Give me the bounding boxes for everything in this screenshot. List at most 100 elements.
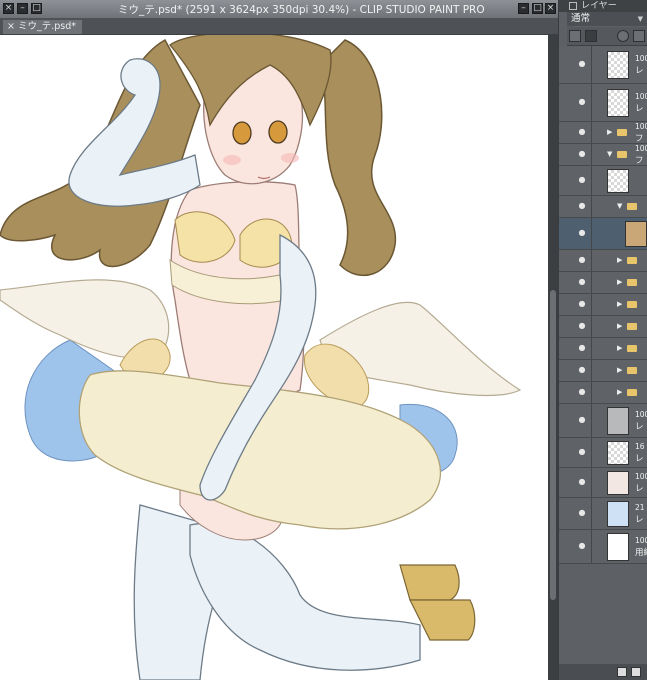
layer-divider <box>591 338 592 359</box>
eye-icon[interactable]: ● <box>577 127 587 136</box>
clip-layer-button[interactable] <box>617 30 629 42</box>
layer-divider <box>591 122 592 143</box>
layer-row[interactable]: ● ▶ <box>559 382 647 404</box>
eye-icon[interactable]: ● <box>577 228 587 237</box>
layer-panel-header[interactable]: レイヤー <box>559 0 647 12</box>
layer-row[interactable]: ● ▼ 100 フ <box>559 144 647 166</box>
chevron-right-icon[interactable]: ▶ <box>617 300 622 308</box>
minimize-window-button[interactable]: – <box>17 3 28 14</box>
eye-icon[interactable]: ● <box>577 541 587 550</box>
layer-divider <box>591 316 592 337</box>
layer-divider <box>591 360 592 381</box>
layer-row[interactable]: ● ▶ 100 フ <box>559 122 647 144</box>
chevron-right-icon[interactable]: ▶ <box>617 278 622 286</box>
chevron-right-icon[interactable]: ▶ <box>617 388 622 396</box>
opacity-stepper-button[interactable] <box>585 30 597 42</box>
eye-icon[interactable]: ● <box>577 97 587 106</box>
layer-row[interactable]: ● ▶ <box>559 360 647 382</box>
layer-row[interactable]: ● 100 レ <box>559 468 647 498</box>
layer-divider <box>591 84 592 121</box>
chevron-down-icon[interactable]: ▼ <box>617 202 622 210</box>
chevron-down-icon[interactable]: ▼ <box>607 150 612 158</box>
minimize-canvas-button[interactable]: – <box>518 3 529 14</box>
chevron-right-icon[interactable]: ▶ <box>617 256 622 264</box>
layer-thumbnail <box>625 221 647 247</box>
new-folder-button[interactable] <box>631 667 641 677</box>
layer-row[interactable]: ● ▶ <box>559 338 647 360</box>
eye-icon[interactable]: ● <box>577 299 587 308</box>
layer-row[interactable]: ● ▼ <box>559 196 647 218</box>
canvas-scroll-thumb[interactable] <box>550 290 556 600</box>
layer-row[interactable]: ● ▶ <box>559 316 647 338</box>
eye-icon[interactable]: ● <box>577 447 587 456</box>
layer-name: フ <box>635 134 644 144</box>
layer-row[interactable]: ● ▶ <box>559 294 647 316</box>
eye-icon[interactable]: ● <box>577 415 587 424</box>
layer-thumbnail <box>607 169 629 193</box>
layer-name: レ <box>635 104 644 114</box>
layer-thumbnail <box>607 407 629 435</box>
layer-row[interactable]: ● 100 レ <box>559 46 647 84</box>
layer-panel: レイヤー 通常 ▼ ● 100 レ ● 100 レ ● ▶ 100 フ ● ▼ 100 フ ● ● ▼ ● ● ▶ ● ▶… <box>558 0 647 680</box>
chevron-right-icon[interactable]: ▶ <box>617 366 622 374</box>
chevron-right-icon[interactable]: ▶ <box>617 344 622 352</box>
layer-opacity: 21 <box>635 503 645 512</box>
new-layer-button[interactable] <box>617 667 627 677</box>
layer-row[interactable]: ● 16 レ <box>559 438 647 468</box>
eye-icon[interactable]: ● <box>577 343 587 352</box>
eye-icon[interactable]: ● <box>577 508 587 517</box>
eye-icon[interactable]: ● <box>577 255 587 264</box>
layer-name: 用紙 <box>635 548 647 558</box>
layer-divider <box>591 294 592 315</box>
eye-icon[interactable]: ● <box>577 59 587 68</box>
layer-name: レ <box>635 515 644 525</box>
folder-icon <box>627 203 637 210</box>
layer-row[interactable]: ● ▶ <box>559 250 647 272</box>
tab-close-icon[interactable]: × <box>7 21 15 32</box>
chevron-right-icon[interactable]: ▶ <box>607 128 612 136</box>
layer-divider <box>591 166 592 195</box>
eye-icon[interactable]: ● <box>577 477 587 486</box>
layer-divider <box>591 250 592 271</box>
layer-opacity: 100 <box>635 122 647 131</box>
window-title: ミウ_テ.psd* (2591 x 3624px 350dpi 30.4%) -… <box>118 4 485 16</box>
blush-right <box>281 153 299 163</box>
layer-row[interactable]: ● 100 用紙 <box>559 530 647 564</box>
restore-canvas-button[interactable]: □ <box>532 3 543 14</box>
blend-mode-select[interactable]: 通常 ▼ <box>567 12 647 26</box>
reference-layer-button[interactable] <box>633 30 645 42</box>
titlebar: × – □ ミウ_テ.psd* (2591 x 3624px 350dpi 30… <box>0 0 558 19</box>
close-canvas-button[interactable]: × <box>545 3 556 14</box>
eye-icon[interactable]: ● <box>577 321 587 330</box>
layer-divider <box>591 382 592 403</box>
eye-icon[interactable]: ● <box>577 175 587 184</box>
eye-icon[interactable]: ● <box>577 277 587 286</box>
maximize-window-button[interactable]: □ <box>31 3 42 14</box>
eye-icon[interactable]: ● <box>577 387 587 396</box>
lock-transparency-button[interactable] <box>569 30 581 42</box>
chevron-right-icon[interactable]: ▶ <box>617 322 622 330</box>
layer-row[interactable]: ● ▶ <box>559 272 647 294</box>
canvas-vertical-scrollbar[interactable] <box>548 35 558 680</box>
eye-icon[interactable]: ● <box>577 365 587 374</box>
document-tab[interactable]: × ミウ_テ.psd* <box>2 19 84 34</box>
tab-label: ミウ_テ.psd* <box>18 21 77 32</box>
layer-divider <box>591 46 592 83</box>
artboard[interactable] <box>0 35 548 680</box>
layer-thumbnail <box>607 471 629 495</box>
layer-row[interactable]: ● 21 レ <box>559 498 647 530</box>
layer-row[interactable]: ● <box>559 218 647 250</box>
layer-divider <box>591 218 592 249</box>
layer-divider <box>591 530 592 563</box>
layer-panel-title: レイヤー <box>581 1 617 11</box>
close-window-button[interactable]: × <box>3 3 14 14</box>
layer-thumbnail <box>607 533 629 561</box>
layer-row[interactable]: ● 100 レ <box>559 404 647 438</box>
layer-row[interactable]: ● 100 レ <box>559 84 647 122</box>
folder-icon <box>627 367 637 374</box>
eye-icon[interactable]: ● <box>577 149 587 158</box>
layer-opacity: 100 <box>635 472 647 481</box>
layer-row[interactable]: ● <box>559 166 647 196</box>
eye-icon[interactable]: ● <box>577 201 587 210</box>
layer-tools-row <box>567 27 647 46</box>
